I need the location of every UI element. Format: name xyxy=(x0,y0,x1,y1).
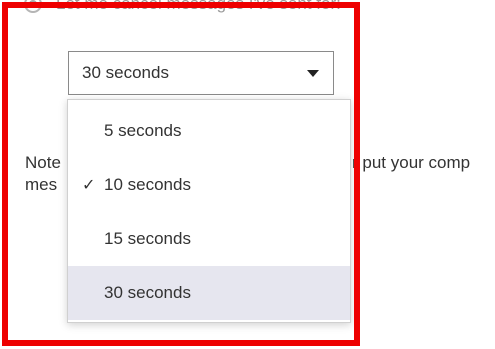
cancel-duration-dropdown: 5 seconds ✓ 10 seconds 15 seconds 30 sec… xyxy=(67,99,351,323)
dropdown-option-label: 10 seconds xyxy=(104,175,191,194)
dropdown-option-30-seconds[interactable]: 30 seconds xyxy=(68,266,350,320)
cancel-send-radio[interactable] xyxy=(24,0,42,13)
check-icon xyxy=(82,229,98,247)
note-line-1: Note xyxy=(25,153,61,172)
check-icon xyxy=(82,121,98,139)
dropdown-option-15-seconds[interactable]: 15 seconds xyxy=(68,212,350,266)
dropdown-option-5-seconds[interactable]: 5 seconds xyxy=(68,104,350,158)
note-text-right: r put your comp xyxy=(352,153,471,172)
dropdown-option-10-seconds[interactable]: ✓ 10 seconds xyxy=(68,158,350,212)
chevron-down-icon[interactable] xyxy=(307,70,319,77)
cancel-send-radio-label: Let me cancel messages I've sent for: xyxy=(56,0,341,13)
dropdown-option-label: 15 seconds xyxy=(104,229,191,248)
dropdown-option-label: 5 seconds xyxy=(104,121,182,140)
cancel-duration-selected-value: 30 seconds xyxy=(82,63,169,82)
check-icon xyxy=(82,283,98,301)
cancel-send-radio-row[interactable]: Let me cancel messages I've sent for: xyxy=(24,0,341,19)
check-icon: ✓ xyxy=(82,177,96,194)
note-text: Note mes xyxy=(25,152,61,196)
cancel-duration-select[interactable]: 30 seconds xyxy=(68,51,334,95)
dropdown-option-label: 30 seconds xyxy=(104,283,191,302)
note-line-2: mes xyxy=(25,175,58,194)
